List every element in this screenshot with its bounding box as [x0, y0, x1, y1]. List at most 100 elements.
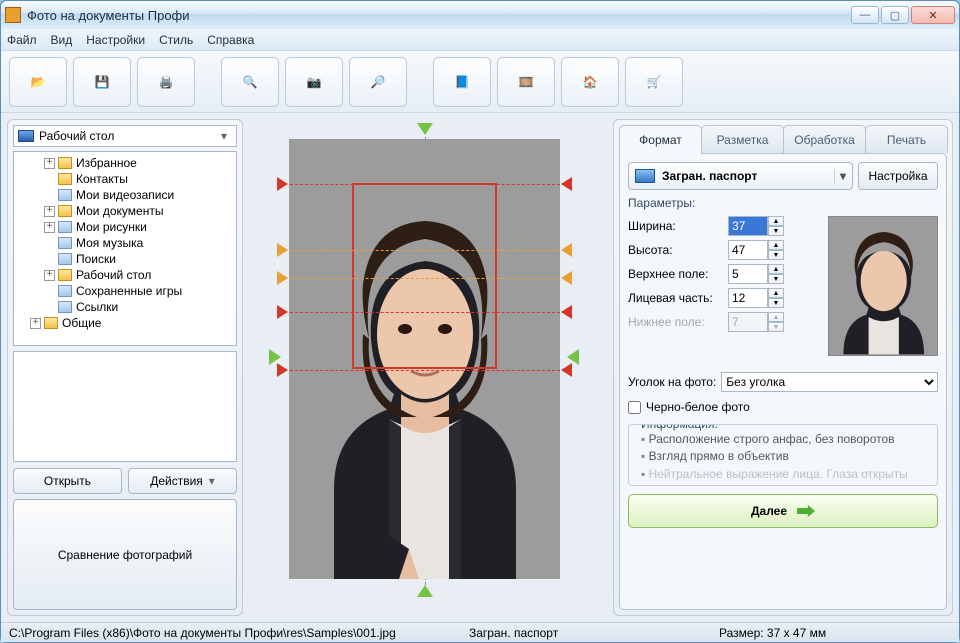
tb-help[interactable]: 📘 [433, 57, 491, 107]
chevron-down-icon: ▾ [209, 474, 215, 488]
spin-up[interactable]: ▲ [768, 216, 784, 226]
marker-orange[interactable] [561, 243, 572, 257]
folder-selector[interactable]: Рабочий стол ▾ [13, 125, 237, 147]
spin-down: ▼ [768, 322, 784, 332]
corner-select[interactable]: Без уголка [721, 372, 938, 392]
minimize-button[interactable]: — [851, 6, 879, 24]
bw-checkbox[interactable] [628, 401, 641, 414]
spin-down[interactable]: ▼ [768, 250, 784, 260]
spin-up[interactable]: ▲ [768, 264, 784, 274]
marker-orange[interactable] [277, 271, 288, 285]
tb-home[interactable]: 🏠 [561, 57, 619, 107]
editor-canvas[interactable] [249, 119, 607, 616]
tree-label: Мои документы [76, 204, 163, 218]
param-input[interactable] [728, 240, 768, 260]
tab-layout[interactable]: Разметка [701, 125, 784, 153]
spin-up[interactable]: ▲ [768, 240, 784, 250]
tb-camera[interactable]: 📷 [285, 57, 343, 107]
tree-label: Мои видеозаписи [76, 188, 174, 202]
content: Рабочий стол ▾ +ИзбранноеКонтактыМои вид… [1, 113, 959, 622]
tb-img-search[interactable]: 🔎 [349, 57, 407, 107]
info-item: Расположение строго анфас, без поворотов [641, 431, 929, 448]
tab-process[interactable]: Обработка [783, 125, 866, 153]
menu-help[interactable]: Справка [207, 33, 254, 47]
menu-settings[interactable]: Настройки [86, 33, 145, 47]
tree-item[interactable]: + Мои рисунки [14, 219, 236, 235]
expander-icon [44, 286, 55, 297]
status-path: C:\Program Files (x86)\Фото на документы… [9, 626, 469, 640]
tree-item[interactable]: Моя музыка [14, 235, 236, 251]
marker-red[interactable] [277, 305, 288, 319]
marker-orange[interactable] [561, 271, 572, 285]
params-label: Параметры: [628, 196, 938, 210]
tb-effects[interactable]: 🎞️ [497, 57, 555, 107]
expander-icon[interactable]: + [44, 270, 55, 281]
tree-item[interactable]: Мои видеозаписи [14, 187, 236, 203]
setup-button[interactable]: Настройка [858, 162, 938, 190]
effects-icon: 🎞️ [519, 75, 534, 89]
tree-item[interactable]: +Общие [14, 315, 236, 331]
param-input [728, 312, 768, 332]
expander-icon[interactable]: + [44, 222, 55, 233]
menu-view[interactable]: Вид [51, 33, 73, 47]
expander-icon [44, 238, 55, 249]
spin-down[interactable]: ▼ [768, 274, 784, 284]
user-search-icon: 🔍 [243, 75, 258, 89]
chevron-down-icon: ▾ [216, 129, 232, 143]
tb-print[interactable]: 🖨️ [137, 57, 195, 107]
actions-button[interactable]: Действия▾ [128, 468, 237, 494]
open-button[interactable]: Открыть [13, 468, 122, 494]
marker-red[interactable] [277, 177, 288, 191]
spin-up[interactable]: ▲ [768, 288, 784, 298]
tree-item[interactable]: + Мои документы [14, 203, 236, 219]
param-input[interactable] [728, 264, 768, 284]
tree-label: Рабочий стол [76, 268, 151, 282]
tree-item[interactable]: +Избранное [14, 155, 236, 171]
crop-rectangle[interactable] [352, 183, 497, 369]
spin-down[interactable]: ▼ [768, 226, 784, 236]
menu-style[interactable]: Стиль [159, 33, 193, 47]
expander-icon[interactable]: + [30, 318, 41, 329]
marker-red[interactable] [277, 363, 288, 377]
expander-icon[interactable]: + [44, 158, 55, 169]
tree-item[interactable]: Поиски [14, 251, 236, 267]
info-item: Взгляд прямо в объектив [641, 448, 929, 465]
marker-red[interactable] [561, 177, 572, 191]
tb-open[interactable]: 📂 [9, 57, 67, 107]
marker-orange[interactable] [277, 243, 288, 257]
marker-red[interactable] [561, 363, 572, 377]
tb-cart[interactable]: 🛒 [625, 57, 683, 107]
folder-icon [58, 221, 72, 233]
maximize-button[interactable]: ▢ [881, 6, 909, 24]
tab-print[interactable]: Печать [865, 125, 948, 153]
spin-down[interactable]: ▼ [768, 298, 784, 308]
thumbnails-pane[interactable] [13, 351, 237, 462]
folder-icon [58, 189, 72, 201]
next-button[interactable]: Далее [628, 494, 938, 528]
tabs: Формат Разметка Обработка Печать [619, 125, 947, 153]
marker-red[interactable] [561, 305, 572, 319]
camera-icon: 📷 [307, 75, 322, 89]
menu-file[interactable]: Файл [7, 33, 37, 47]
tree-label: Поиски [76, 252, 116, 266]
tree-label: Мои рисунки [76, 220, 147, 234]
folder-tree[interactable]: +ИзбранноеКонтактыМои видеозаписи + Мои до… [13, 151, 237, 346]
expander-icon[interactable]: + [44, 206, 55, 217]
tree-item[interactable]: + Рабочий стол [14, 267, 236, 283]
print-icon: 🖨️ [159, 75, 174, 89]
param-input[interactable] [728, 288, 768, 308]
tb-save[interactable]: 💾 [73, 57, 131, 107]
tab-body: Загран. паспорт ▾ Настройка Параметры: Ш… [619, 153, 947, 610]
close-button[interactable]: ✕ [911, 6, 955, 24]
right-panel: Формат Разметка Обработка Печать Загран.… [613, 119, 953, 616]
tree-item[interactable]: Контакты [14, 171, 236, 187]
folder-label: Рабочий стол [39, 129, 114, 143]
tree-item[interactable]: Ссылки [14, 299, 236, 315]
tb-search-user[interactable]: 🔍 [221, 57, 279, 107]
tree-item[interactable]: Сохраненные игры [14, 283, 236, 299]
format-selector[interactable]: Загран. паспорт ▾ [628, 162, 853, 190]
tab-format[interactable]: Формат [619, 125, 702, 153]
param-input[interactable] [728, 216, 768, 236]
compare-button[interactable]: Сравнение фотографий [13, 499, 237, 610]
status-format: Загран. паспорт [469, 626, 719, 640]
